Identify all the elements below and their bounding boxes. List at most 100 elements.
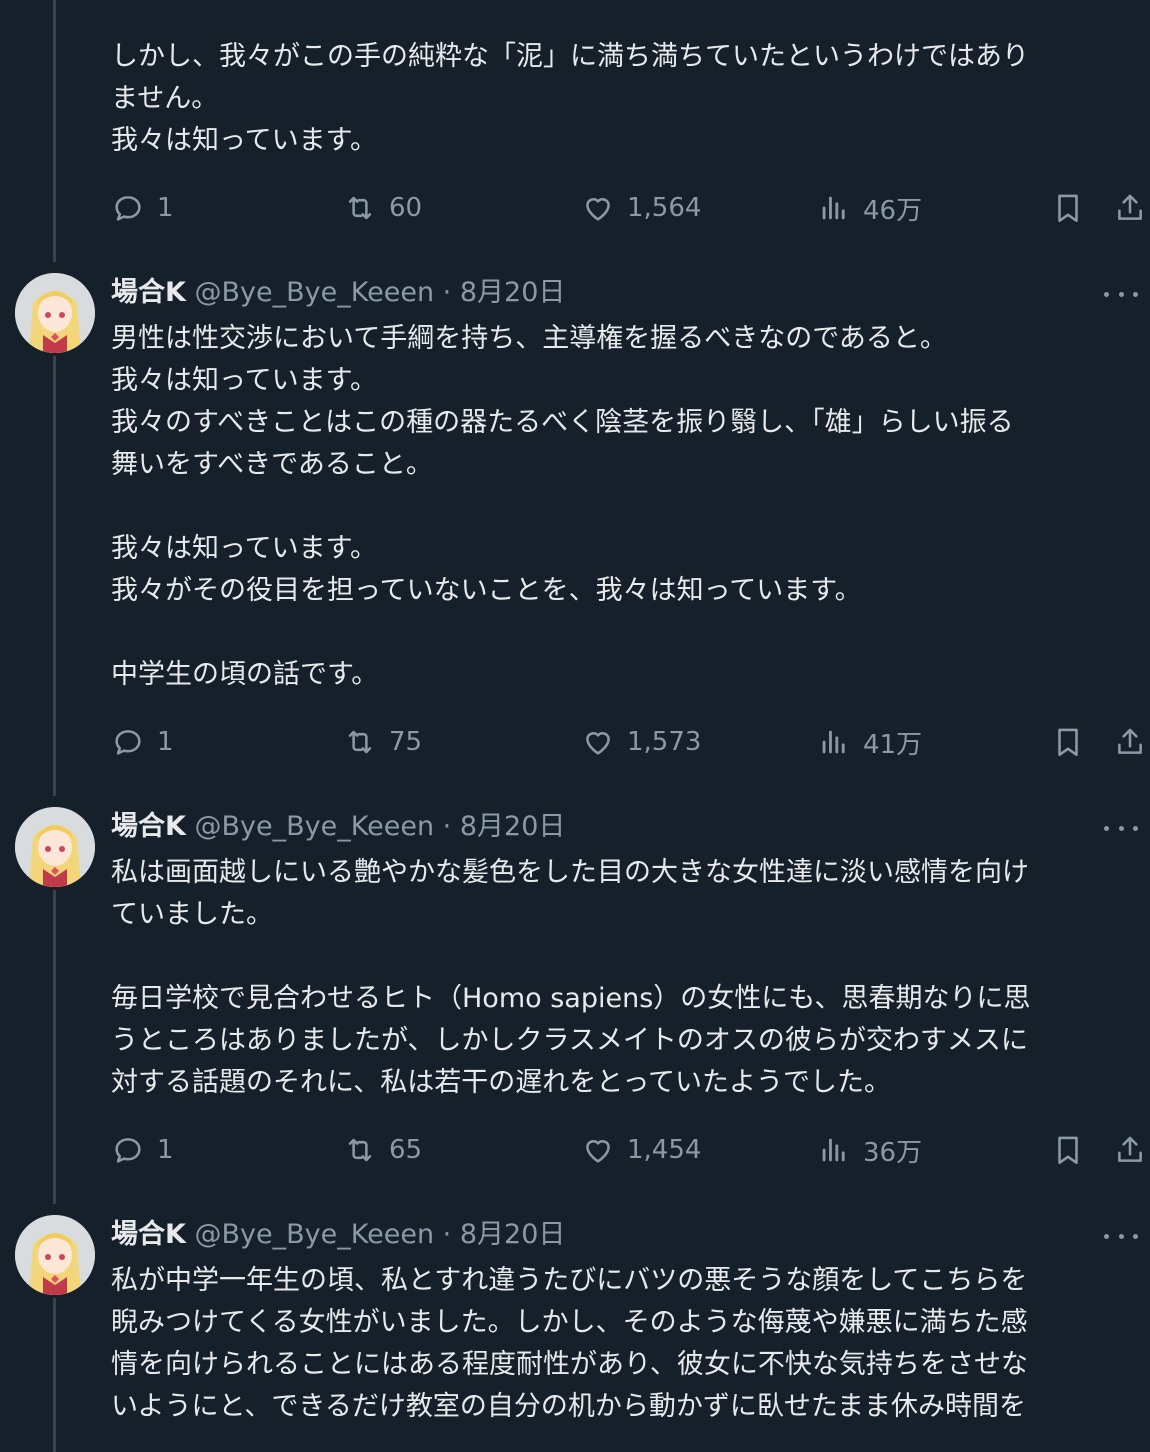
tweet-line: 我々は知っています。 bbox=[111, 533, 377, 564]
separator-dot: · bbox=[442, 277, 452, 308]
share-icon bbox=[1118, 1136, 1142, 1162]
tweet-actions: 1 75 1,573 41万 bbox=[111, 722, 1146, 762]
tweet-line: 男性は性交渉において手綱を持ち、主導権を握るべきなのであると。 bbox=[111, 323, 947, 354]
views-icon bbox=[822, 1138, 845, 1162]
avatar[interactable] bbox=[15, 807, 95, 887]
retweet-icon bbox=[348, 1138, 372, 1162]
retweet-count: 75 bbox=[389, 727, 423, 757]
tweet-line: 私は画面越しにいる艶やかな髪色をした目の大きな女性達に淡い感情を向け bbox=[111, 857, 1029, 888]
retweet-button[interactable]: 65 bbox=[343, 1130, 422, 1170]
share-icon bbox=[1118, 728, 1142, 754]
tweet-line: 私が中学一年生の頃、私とすれ違うたびにバツの悪そうな顔をしてこちらを bbox=[111, 1265, 1028, 1296]
more-icon[interactable] bbox=[1104, 284, 1138, 304]
tweet[interactable]: 場合K @Bye_Bye_Keeen · 8月20日 私は画面越しにいる艶やかな… bbox=[0, 796, 1150, 1204]
retweet-button[interactable]: 75 bbox=[343, 722, 422, 762]
like-count: 1,454 bbox=[627, 1135, 702, 1165]
retweet-icon bbox=[348, 730, 372, 754]
tweet-header: 場合K @Bye_Bye_Keeen · 8月20日 bbox=[111, 1219, 565, 1251]
separator-dot: · bbox=[442, 811, 452, 842]
reply-icon bbox=[115, 196, 141, 221]
avatar-image bbox=[15, 273, 95, 353]
tweet[interactable]: 場合K @Bye_Bye_Keeen · 8月20日 私が中学一年生の頃、私とす… bbox=[0, 1204, 1150, 1452]
avatar-image bbox=[15, 807, 95, 887]
share-button[interactable] bbox=[1113, 188, 1147, 228]
tweet-line: 我々のすべきことはこの種の器たるべく陰茎を振り翳し、「雄」らしい振る bbox=[111, 407, 1014, 438]
views-icon bbox=[822, 730, 845, 754]
bookmark-icon bbox=[1058, 728, 1078, 757]
tweet-text: 私が中学一年生の頃、私とすれ違うたびにバツの悪そうな顔をしてこちらを 睨みつけて… bbox=[111, 1260, 1141, 1428]
views-count: 41万 bbox=[863, 729, 923, 760]
timestamp[interactable]: 8月20日 bbox=[460, 277, 566, 308]
tweet-text: 私は画面越しにいる艶やかな髪色をした目の大きな女性達に淡い感情を向け ていました… bbox=[111, 852, 1141, 1104]
retweet-icon bbox=[348, 196, 372, 220]
tweet-line: 我々は知っています。 bbox=[111, 365, 377, 396]
bookmark-button[interactable] bbox=[1051, 1130, 1085, 1170]
heart-icon bbox=[586, 732, 610, 755]
views-button[interactable]: 46万 bbox=[817, 188, 922, 228]
tweet-line: いようにと、できるだけ教室の自分の机から動かずに臥せたまま休み時間を bbox=[111, 1391, 1027, 1422]
tweet-line: しかし、我々がこの手の純粋な「泥」に満ち満ちていたというわけではあり bbox=[111, 41, 1029, 72]
avatar[interactable] bbox=[15, 1215, 95, 1295]
tweet-line: 対する話題のそれに、私は若干の遅れをとっていたようでした。 bbox=[111, 1067, 892, 1098]
like-button[interactable]: 1,454 bbox=[581, 1130, 701, 1170]
bookmark-button[interactable] bbox=[1051, 188, 1085, 228]
views-button[interactable]: 41万 bbox=[817, 722, 922, 762]
tweet-header: 場合K @Bye_Bye_Keeen · 8月20日 bbox=[111, 277, 565, 309]
share-button[interactable] bbox=[1113, 1130, 1147, 1170]
tweet-line: 舞いをすべきであること。 bbox=[111, 449, 433, 480]
reply-count: 1 bbox=[157, 1135, 174, 1165]
like-button[interactable]: 1,564 bbox=[581, 188, 701, 228]
handle[interactable]: @Bye_Bye_Keeen bbox=[195, 1219, 435, 1250]
display-name[interactable]: 場合K bbox=[111, 1219, 186, 1250]
share-icon bbox=[1118, 194, 1142, 220]
tweet-line: 睨みつけてくる女性がいました。しかし、そのような侮蔑や嫌悪に満ちた感 bbox=[111, 1307, 1028, 1338]
timestamp[interactable]: 8月20日 bbox=[460, 1219, 566, 1250]
tweet-text: 男性は性交渉において手綱を持ち、主導権を握るべきなのであると。 我々は知っていま… bbox=[111, 318, 1141, 696]
bookmark-button[interactable] bbox=[1051, 722, 1085, 762]
bookmark-icon bbox=[1058, 1136, 1078, 1165]
reply-button[interactable]: 1 bbox=[111, 188, 174, 228]
reply-count: 1 bbox=[157, 727, 174, 757]
tweet-actions: 1 65 1,454 36万 bbox=[111, 1130, 1146, 1170]
tweet-header: 場合K @Bye_Bye_Keeen · 8月20日 bbox=[111, 811, 565, 843]
like-count: 1,564 bbox=[627, 193, 702, 223]
retweet-button[interactable]: 60 bbox=[343, 188, 422, 228]
tweet-text: しかし、我々がこの手の純粋な「泥」に満ち満ちていたというわけではあり ません。 … bbox=[111, 36, 1141, 162]
separator-dot: · bbox=[442, 1219, 452, 1250]
like-button[interactable]: 1,573 bbox=[581, 722, 701, 762]
tweet-line: 我々は知っています。 bbox=[111, 125, 377, 156]
views-count: 46万 bbox=[863, 195, 923, 226]
reply-button[interactable]: 1 bbox=[111, 722, 174, 762]
tweet-line: 毎日学校で見合わせるヒト（Homo sapiens）の女性にも、思春期なりに思 bbox=[111, 983, 1031, 1014]
tweet[interactable]: 場合K @Bye_Bye_Keeen · 8月20日 男性は性交渉において手綱を… bbox=[0, 262, 1150, 796]
reply-icon bbox=[115, 730, 141, 755]
avatar-image bbox=[15, 1215, 95, 1295]
tweet-actions: 1 60 1,564 46万 bbox=[111, 188, 1146, 228]
share-button[interactable] bbox=[1113, 722, 1147, 762]
retweet-count: 60 bbox=[389, 193, 423, 223]
views-icon bbox=[822, 196, 845, 220]
more-icon[interactable] bbox=[1104, 1226, 1138, 1246]
timestamp[interactable]: 8月20日 bbox=[460, 811, 566, 842]
reply-button[interactable]: 1 bbox=[111, 1130, 174, 1170]
display-name[interactable]: 場合K bbox=[111, 811, 186, 842]
tweet[interactable]: しかし、我々がこの手の純粋な「泥」に満ち満ちていたというわけではあり ません。 … bbox=[0, 0, 1150, 262]
display-name[interactable]: 場合K bbox=[111, 277, 186, 308]
avatar[interactable] bbox=[15, 273, 95, 353]
tweet-line: ません。 bbox=[111, 83, 219, 114]
heart-icon bbox=[586, 198, 610, 221]
retweet-count: 65 bbox=[389, 1135, 423, 1165]
tweet-line: 中学生の頃の話です。 bbox=[111, 659, 379, 690]
more-icon[interactable] bbox=[1104, 818, 1138, 838]
reply-count: 1 bbox=[157, 193, 174, 223]
tweet-line: うところはありましたが、しかしクラスメイトのオスの彼らが交わすメスに bbox=[111, 1025, 1028, 1056]
tweet-line: 情を向けられることにはある程度耐性があり、彼女に不快な気持ちをさせな bbox=[111, 1349, 1028, 1380]
handle[interactable]: @Bye_Bye_Keeen bbox=[195, 277, 435, 308]
handle[interactable]: @Bye_Bye_Keeen bbox=[195, 811, 435, 842]
views-button[interactable]: 36万 bbox=[817, 1130, 922, 1170]
tweet-line: ていました。 bbox=[111, 899, 273, 930]
like-count: 1,573 bbox=[627, 727, 702, 757]
